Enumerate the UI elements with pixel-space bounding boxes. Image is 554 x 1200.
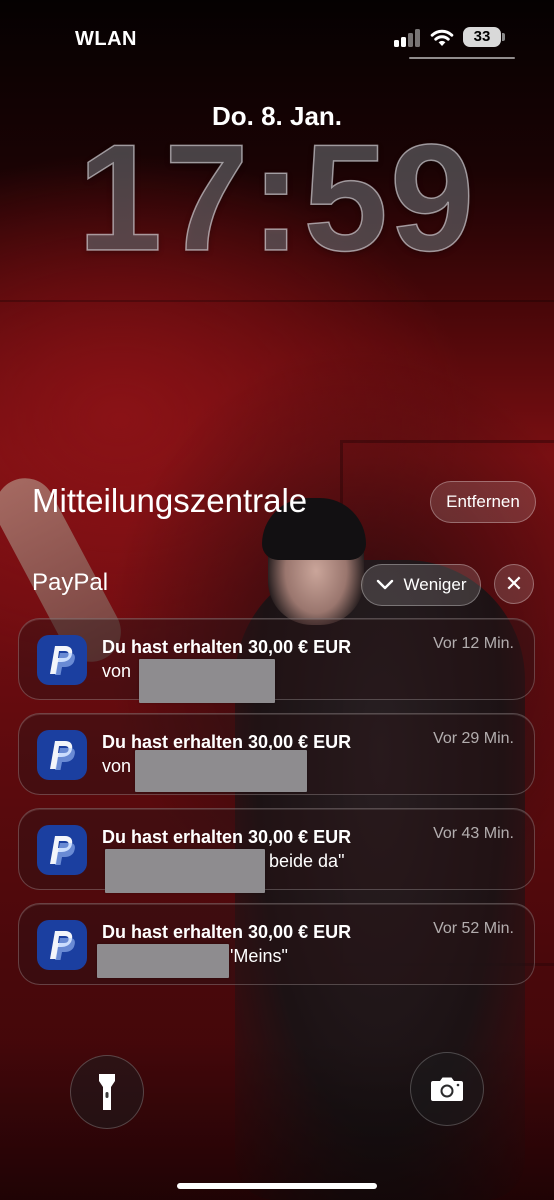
notification-center-title: Mitteilungszentrale (32, 482, 308, 519)
flashlight-button[interactable] (70, 1055, 144, 1129)
notification-time: Vor 12 Min. (433, 635, 514, 652)
battery-indicator: 33 (463, 27, 501, 47)
redacted-text (97, 944, 229, 978)
notification-body: von (102, 661, 131, 682)
notification-time: Vor 52 Min. (433, 920, 514, 937)
close-icon: ✕ (504, 571, 524, 596)
notification-body-suffix: beide da" (269, 851, 345, 871)
notification-body-prefix: von (102, 756, 132, 776)
chevron-down-icon (376, 579, 393, 590)
notification-title: Du hast erhalten 30,00 € EUR (102, 922, 352, 942)
notification-card[interactable]: Du hast erhalten 30,00 € EUR Vor 29 Min.… (18, 713, 535, 795)
wallpaper-wall-shadow (0, 300, 554, 302)
home-indicator[interactable] (177, 1183, 377, 1189)
notification-card[interactable]: Du hast erhalten 30,00 € EUR Vor 12 Min.… (18, 618, 535, 703)
battery-tip (502, 33, 505, 41)
redacted-text (135, 750, 307, 792)
notification-body-prefix: von (102, 661, 132, 681)
remove-button[interactable]: Entfernen (430, 481, 536, 523)
notification-body-suffix: 'Meins" (230, 946, 288, 966)
notification-card[interactable]: Du hast erhalten 30,00 € EUR Vor 52 Min.… (18, 903, 535, 985)
cellular-signal-icon (394, 29, 420, 47)
camera-button[interactable] (410, 1052, 484, 1126)
notification-title: Du hast erhalten 30,00 € EUR (102, 827, 352, 847)
paypal-logo-icon (37, 825, 87, 875)
notification-card[interactable]: Du hast erhalten 30,00 € EUR Vor 43 Min.… (18, 808, 535, 893)
flashlight-icon (99, 1074, 115, 1110)
show-less-label: Weniger (403, 575, 467, 594)
close-group-button[interactable]: ✕ (494, 564, 534, 604)
notification-time: Vor 29 Min. (433, 730, 514, 747)
paypal-logo-icon (37, 920, 87, 970)
notification-body: 'Meins" (230, 946, 288, 967)
notification-title: Du hast erhalten 30,00 € EUR (102, 637, 352, 657)
status-underline (409, 57, 515, 59)
redacted-text (105, 849, 265, 893)
show-less-button[interactable]: Weniger (361, 564, 481, 606)
wifi-icon (430, 29, 454, 46)
status-carrier: WLAN (75, 28, 137, 50)
notification-group-name: PayPal (32, 569, 109, 596)
notification-body: beide da" (269, 851, 344, 872)
notification-body: von (102, 756, 131, 777)
redacted-text (139, 659, 275, 703)
paypal-logo-icon (37, 635, 87, 685)
paypal-logo-icon (37, 730, 87, 780)
camera-icon (431, 1077, 463, 1101)
notification-time: Vor 43 Min. (433, 825, 514, 842)
lock-clock: 17:59 (77, 113, 477, 283)
